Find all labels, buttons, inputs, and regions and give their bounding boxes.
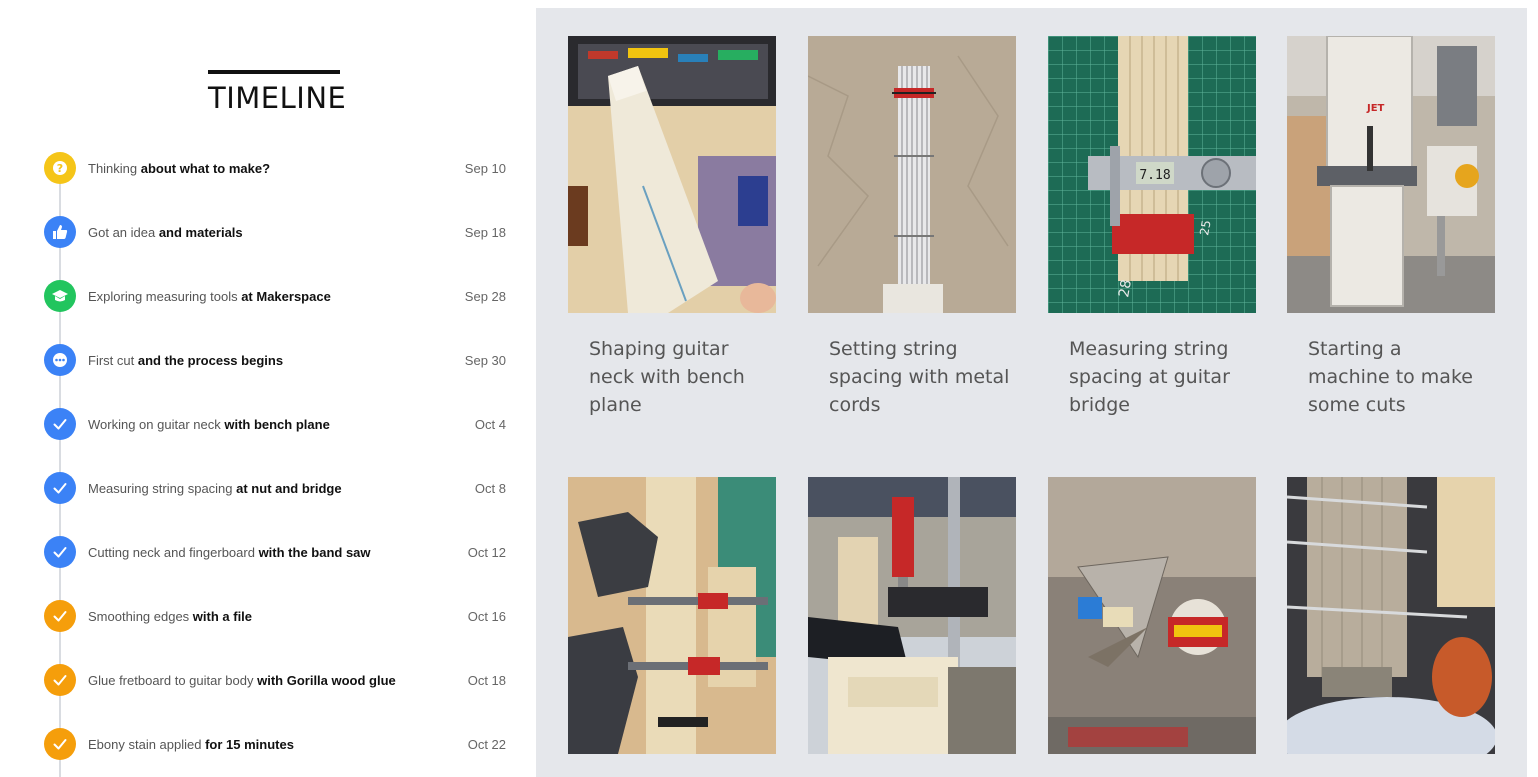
timeline-item: Cutting neck and fingerboard with the ba… (44, 536, 506, 600)
photo-clamped-neck[interactable] (568, 477, 776, 754)
photo-caption: Measuring string spacing at guitar bridg… (1069, 338, 1230, 416)
timeline-item-text: Smoothing edges with a file (88, 609, 446, 624)
gallery-card[interactable] (568, 477, 776, 776)
timeline-item-emphasis: and the process begins (137, 353, 284, 368)
ellipsis-icon (44, 344, 76, 376)
timeline-item-date: Oct 16 (467, 609, 506, 624)
gallery-card[interactable]: Setting string spacing with metal cords (808, 36, 1016, 419)
question-icon: ? (44, 152, 76, 184)
photo-shaping-neck[interactable] (568, 36, 776, 313)
photo-workbench[interactable] (1048, 477, 1256, 754)
photo-caption: Setting string spacing with metal cords (829, 338, 1010, 416)
caliper-reading: 7.18 (1139, 168, 1170, 183)
thumbs-up-icon (44, 216, 76, 248)
timeline-item-label: First cut (88, 353, 138, 368)
svg-text:28: 28 (1116, 278, 1135, 298)
check-icon (44, 600, 76, 632)
gallery-card[interactable] (808, 477, 1016, 776)
gallery-card[interactable]: JET Starting a machine to make some cuts (1287, 36, 1495, 419)
photo-caption: Starting a machine to make some cuts (1308, 338, 1473, 416)
timeline-item: Got an idea and materials Sep 18 (44, 216, 506, 280)
page-title: TIMELINE (208, 81, 347, 115)
timeline-item-date: Oct 12 (467, 545, 506, 560)
timeline-item-text: Working on guitar neck with bench plane (88, 417, 446, 432)
check-icon (44, 536, 76, 568)
timeline-item-emphasis: at Makerspace (241, 289, 331, 304)
timeline-item-text: Measuring string spacing at nut and brid… (88, 481, 446, 496)
timeline-item-date: Sep 30 (464, 353, 506, 368)
timeline-item-text: Thinking about what to make? (88, 161, 446, 176)
timeline-item-emphasis: for 15 minutes (205, 737, 294, 752)
photo-caption: Shaping guitar neck with bench plane (589, 338, 745, 416)
timeline-item-label: Thinking (88, 161, 141, 176)
timeline-item-emphasis: about what to make? (140, 161, 271, 176)
timeline-header: TIMELINE (208, 70, 347, 115)
timeline-item-text: Ebony stain applied for 15 minutes (88, 737, 446, 752)
timeline-item-text: Got an idea and materials (88, 225, 446, 240)
timeline-item-date: Oct 18 (467, 673, 506, 688)
timeline-item-date: Sep 18 (464, 225, 506, 240)
gallery-card[interactable] (1048, 477, 1256, 776)
timeline-item-date: Oct 4 (474, 417, 506, 432)
check-icon (44, 472, 76, 504)
timeline-item: Exploring measuring tools at Makerspace S… (44, 280, 506, 344)
timeline-item: Ebony stain applied for 15 minutes Oct 22 (44, 728, 506, 777)
photo-vise[interactable] (808, 477, 1016, 754)
timeline-item-label: Working on guitar neck (88, 417, 225, 432)
timeline-item-emphasis: with the band saw (258, 545, 371, 560)
timeline-item-emphasis: with bench plane (224, 417, 330, 432)
timeline-item-label: Cutting neck and fingerboard (88, 545, 259, 560)
timeline-item: Measuring string spacing at nut and brid… (44, 472, 506, 536)
timeline-item-text: Exploring measuring tools at Makerspace (88, 289, 446, 304)
timeline-item-label: Measuring string spacing (88, 481, 237, 496)
timeline-item-label: Smoothing edges (88, 609, 193, 624)
timeline-item-date: Sep 10 (464, 161, 506, 176)
timeline-item-emphasis: at nut and bridge (236, 481, 342, 496)
photo-fretboard-end[interactable] (1287, 477, 1495, 754)
gallery-card[interactable] (1287, 477, 1495, 776)
timeline-item-date: Oct 22 (467, 737, 506, 752)
timeline-item: Working on guitar neck with bench plane O… (44, 408, 506, 472)
timeline-item: Glue fretboard to guitar body with Goril… (44, 664, 506, 728)
photo-band-saw[interactable]: JET (1287, 36, 1495, 313)
check-icon (44, 408, 76, 440)
timeline-item: ? Thinking about what to make? Sep 10 (44, 152, 506, 216)
photo-measuring-bridge[interactable]: 7.18 28 25 (1048, 36, 1256, 313)
photo-gallery: Shaping guitar neck with bench plane Set… (536, 8, 1527, 777)
title-underline (208, 70, 340, 74)
timeline-item-text: Cutting neck and fingerboard with the ba… (88, 545, 446, 560)
timeline-item-text: Glue fretboard to guitar body with Goril… (88, 673, 446, 688)
svg-text:?: ? (57, 162, 63, 175)
timeline-item-emphasis: with Gorilla wood glue (257, 673, 396, 688)
timeline-panel: TIMELINE ? Thinking about what to make? Se… (0, 0, 536, 777)
timeline-item-emphasis: and materials (158, 225, 243, 240)
check-icon (44, 664, 76, 696)
check-icon (44, 728, 76, 760)
photo-string-spacing[interactable] (808, 36, 1016, 313)
timeline-item-emphasis: with a file (192, 609, 253, 624)
graduation-cap-icon (44, 280, 76, 312)
timeline-item-date: Sep 28 (464, 289, 506, 304)
timeline-item: Smoothing edges with a file Oct 16 (44, 600, 506, 664)
timeline-item-label: Exploring measuring tools (88, 289, 242, 304)
timeline-item-text: First cut and the process begins (88, 353, 446, 368)
svg-text:25: 25 (1197, 219, 1213, 236)
gallery-card[interactable]: 7.18 28 25 Measuring string spacing at g… (1048, 36, 1256, 419)
gallery-card[interactable]: Shaping guitar neck with bench plane (568, 36, 776, 419)
timeline-item: First cut and the process begins Sep 30 (44, 344, 506, 408)
timeline-item-date: Oct 8 (474, 481, 506, 496)
timeline-item-label: Glue fretboard to guitar body (88, 673, 258, 688)
timeline-item-label: Got an idea (88, 225, 159, 240)
timeline-item-label: Ebony stain applied (88, 737, 206, 752)
svg-text:JET: JET (1366, 103, 1385, 114)
timeline-list: ? Thinking about what to make? Sep 10 Got a… (44, 152, 506, 777)
